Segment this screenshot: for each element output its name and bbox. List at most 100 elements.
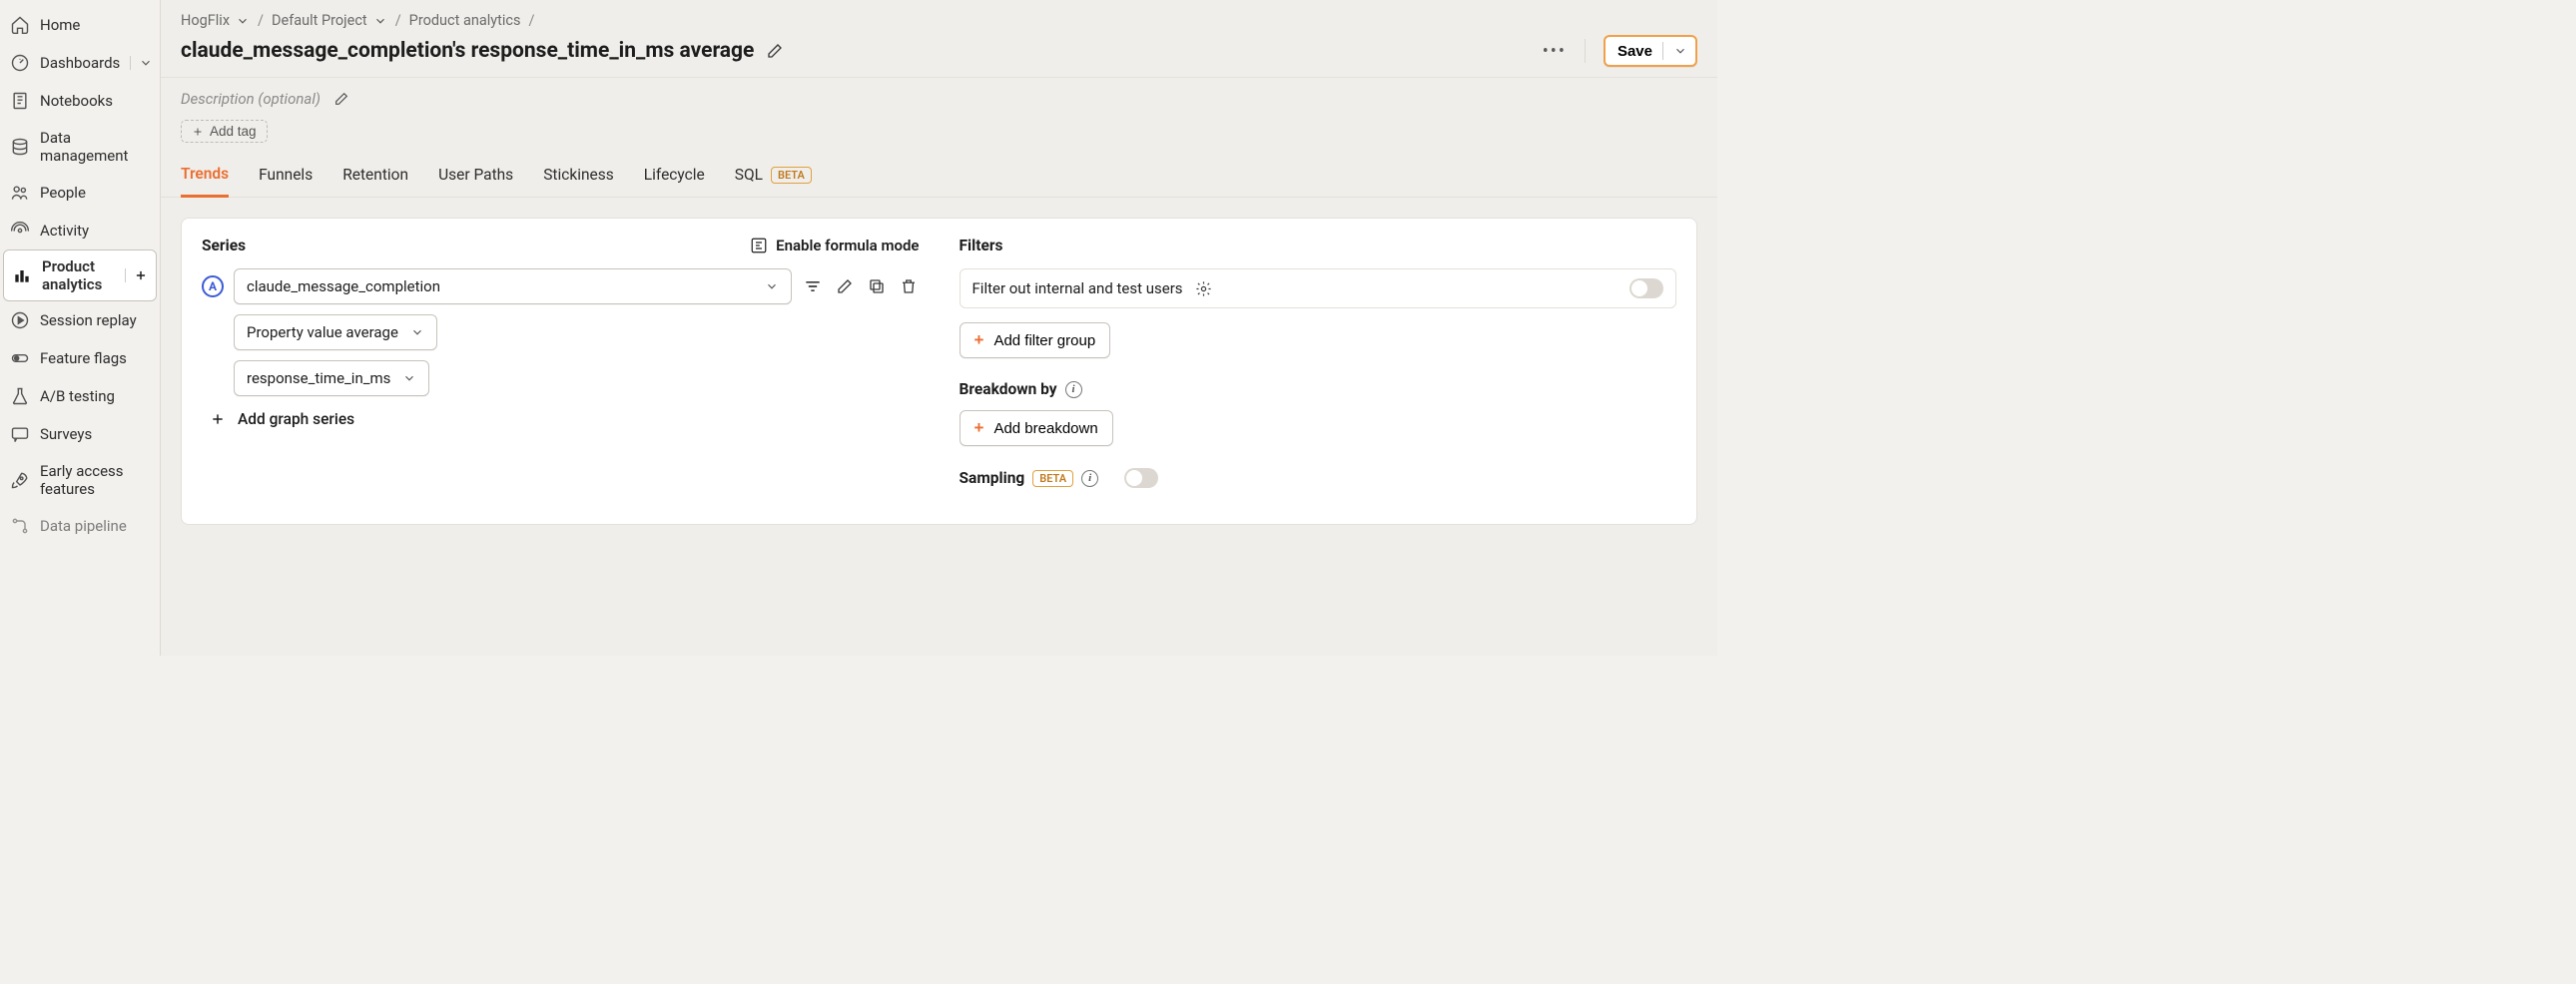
divider [1662,42,1663,60]
sidebar-item-home[interactable]: Home [0,6,160,44]
add-breakdown-button[interactable]: + Add breakdown [960,410,1113,446]
edit-description-icon[interactable] [330,88,352,110]
copy-icon[interactable] [866,275,888,297]
dashboards-expand[interactable] [130,56,153,70]
breakdown-heading: Breakdown by i [960,380,1677,398]
rename-icon[interactable] [834,275,856,297]
sampling-toggle[interactable] [1124,468,1158,488]
add-filter-group-button[interactable]: + Add filter group [960,322,1111,358]
tab-label: Retention [342,166,408,184]
sidebar: Home Dashboards Notebooks Data managemen… [0,0,161,656]
sidebar-item-data-pipeline[interactable]: Data pipeline [0,507,160,545]
toggle-icon [10,348,30,368]
gauge-icon [10,53,30,73]
sidebar-item-notebooks[interactable]: Notebooks [0,82,160,120]
sidebar-label: Surveys [40,425,92,443]
sidebar-item-session-replay[interactable]: Session replay [0,301,160,339]
chat-icon [10,424,30,444]
sidebar-label: Session replay [40,311,137,329]
tab-trends[interactable]: Trends [181,165,229,198]
add-breakdown-label: Add breakdown [993,420,1097,437]
sidebar-label: Dashboards [40,54,120,72]
description-row[interactable]: Description (optional) [161,78,1717,110]
divider [1585,39,1586,63]
add-insight-button[interactable] [125,268,148,282]
sidebar-label: A/B testing [40,387,115,405]
sidebar-label: Product analytics [42,257,115,293]
tab-funnels[interactable]: Funnels [259,165,313,197]
description-placeholder: Description (optional) [181,90,321,108]
property-select[interactable]: response_time_in_ms [234,360,429,396]
sidebar-item-feature-flags[interactable]: Feature flags [0,339,160,377]
plus-icon: + [974,330,984,350]
tab-label: Stickiness [543,166,614,184]
sidebar-item-ab-testing[interactable]: A/B testing [0,377,160,415]
tab-label: Funnels [259,166,313,184]
tab-lifecycle[interactable]: Lifecycle [644,165,705,197]
sidebar-label: Notebooks [40,92,113,110]
sidebar-label: Activity [40,222,89,240]
sidebar-item-early-access[interactable]: Early access features [0,453,160,507]
sidebar-item-people[interactable]: People [0,174,160,212]
info-icon[interactable]: i [1081,470,1098,487]
info-icon[interactable]: i [1065,381,1082,398]
sidebar-label: Feature flags [40,349,127,367]
home-icon [10,15,30,35]
broadcast-icon [10,221,30,241]
sidebar-label: Early access features [40,462,150,498]
sidebar-item-data-management[interactable]: Data management [0,120,160,174]
add-tag-label: Add tag [210,124,257,139]
beta-badge: BETA [1032,470,1073,487]
gear-icon[interactable] [1193,277,1215,299]
aggregation-value: Property value average [247,323,398,341]
event-select-value: claude_message_completion [247,277,440,295]
plus-icon: + [974,418,984,438]
sidebar-item-dashboards[interactable]: Dashboards [0,44,160,82]
main: HogFlix / Default Project / Product anal… [161,0,1717,656]
series-column: Series Enable formula mode A claude_mess… [202,237,920,500]
header: HogFlix / Default Project / Product anal… [161,0,1717,78]
filter-internal-users-row: Filter out internal and test users [960,268,1677,308]
breadcrumb-org[interactable]: HogFlix [181,12,250,29]
add-graph-series-button[interactable]: Add graph series [210,410,920,428]
sidebar-item-product-analytics[interactable]: Product analytics [3,249,157,301]
rocket-icon [10,470,30,490]
filters-heading: Filters [960,237,1003,254]
aggregation-select[interactable]: Property value average [234,314,437,350]
page-title-text: claude_message_completion's response_tim… [181,39,754,63]
tab-user-paths[interactable]: User Paths [438,165,513,197]
edit-title-icon[interactable] [764,40,786,62]
breadcrumb-project[interactable]: Default Project [272,12,387,29]
notebook-icon [10,91,30,111]
add-tag-button[interactable]: Add tag [181,120,268,143]
filter-icon[interactable] [802,275,824,297]
insight-tabs: Trends Funnels Retention User Paths Stic… [161,143,1717,198]
tab-label: User Paths [438,166,513,184]
flask-icon [10,386,30,406]
delete-icon[interactable] [898,275,920,297]
sidebar-item-surveys[interactable]: Surveys [0,415,160,453]
query-panel: Series Enable formula mode A claude_mess… [181,218,1697,525]
sidebar-label: Home [40,16,80,34]
breadcrumb-section[interactable]: Product analytics [409,12,521,29]
people-icon [10,183,30,203]
bar-chart-icon [12,265,32,285]
sidebar-label: Data management [40,129,150,165]
tab-label: Lifecycle [644,166,705,184]
enable-formula-mode-button[interactable]: Enable formula mode [750,237,919,254]
tab-label: Trends [181,165,229,183]
tab-retention[interactable]: Retention [342,165,408,197]
tab-stickiness[interactable]: Stickiness [543,165,614,197]
beta-badge: BETA [771,167,812,184]
event-select[interactable]: claude_message_completion [234,268,792,304]
filter-internal-toggle[interactable] [1629,278,1663,298]
breadcrumb-sep: / [395,12,401,29]
series-heading: Series [202,237,246,254]
tab-sql[interactable]: SQL BETA [735,165,812,197]
series-letter-badge: A [202,275,224,297]
filters-column: Filters Filter out internal and test use… [960,237,1677,500]
breadcrumb-section-label: Product analytics [409,12,521,29]
save-button[interactable]: Save [1604,35,1697,67]
sidebar-item-activity[interactable]: Activity [0,212,160,249]
more-menu-button[interactable]: ••• [1543,41,1567,62]
